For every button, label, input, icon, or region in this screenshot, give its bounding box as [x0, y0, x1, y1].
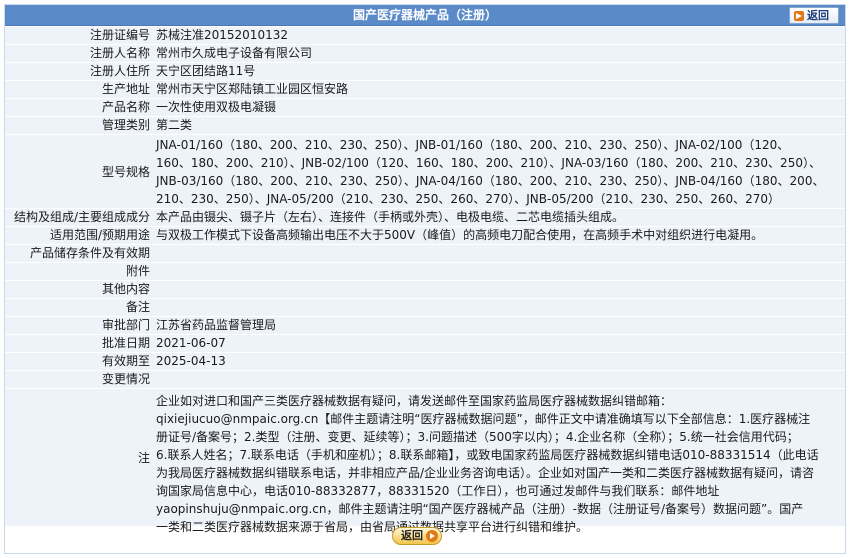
reg-no-value: 苏械注准20152010132	[156, 28, 288, 42]
row-scope: 适用范围/预期用途 与双极工作模式下设备高频输出电压不大于500V（峰值）的高频…	[5, 227, 845, 245]
field-label: 产品名称	[101, 100, 150, 114]
note-line: 一类和二类医疗器械数据来源于省局，由省局通过数据共享平台进行纠错和维护。	[156, 520, 589, 534]
scope-value: 与双极工作模式下设备高频输出电压不大于500V（峰值）的高频电刀配合使用，在高频…	[156, 228, 764, 242]
other-value	[156, 281, 842, 298]
models-value: JNA-01/160（180、200、210、230、250）、JNB-01/1…	[156, 135, 842, 208]
field-label: 型号规格	[101, 165, 150, 179]
models-line: 160、180、200、210）、JNB-02/100（120、160、180、…	[156, 156, 821, 170]
changes-value	[156, 371, 842, 388]
field-label: 注	[137, 451, 150, 465]
row-valid-until: 有效期至 2025-04-13	[5, 353, 845, 371]
models-line: JNB-03/160（180、200、210、230、250）、JNA-04/1…	[156, 174, 825, 188]
mgmt-class-value: 第二类	[156, 118, 193, 132]
field-label: 备注	[125, 300, 150, 314]
attachments-value	[156, 263, 842, 280]
note-line: 为我局医疗器械数据纠错联系电话，并非相应产品/企业业务咨询电话）。企业如对国产一…	[156, 466, 815, 480]
arrow-right-icon	[794, 11, 804, 21]
field-label: 有效期至	[101, 354, 150, 368]
row-changes: 变更情况	[5, 371, 845, 389]
field-label: 注册人名称	[89, 46, 150, 60]
product-name-value: 一次性使用双极电凝镊	[156, 100, 277, 114]
row-other: 其他内容	[5, 281, 845, 299]
row-registrant: 注册人名称 常州市久成电子设备有限公司	[5, 45, 845, 63]
production-addr-value: 常州市天宁区郑陆镇工业园区恒安路	[156, 82, 349, 96]
note-line: 6.联系人姓名；7.联系电话（手机和座机）；8.联系邮箱】，或致电国家药监局医疗…	[156, 448, 819, 462]
note-line: yaopinshuju@nmpaic.org.cn，邮件主题请注明“国产医疗器械…	[156, 502, 804, 516]
row-structure: 结构及组成/主要组成成分 本产品由镊尖、镊子片（左右）、连接件（手柄或外壳）、电…	[5, 209, 845, 227]
registrant-addr-value: 天宁区团结路11号	[156, 64, 256, 78]
structure-value: 本产品由镊尖、镊子片（左右）、连接件（手柄或外壳）、电极电缆、二芯电缆插头组成。	[156, 210, 625, 224]
remarks-value	[156, 299, 842, 316]
row-models: 型号规格 JNA-01/160（180、200、210、230、250）、JNB…	[5, 135, 845, 209]
note-line: qixiejiucuo@nmpaic.org.cn【邮件主题请注明“医疗器械数据…	[156, 412, 811, 426]
valid-until-value: 2025-04-13	[156, 354, 226, 368]
note-line: 询国家局信息中心，电话010-88332877，88331520（工作日），也可…	[156, 484, 720, 498]
row-storage: 产品储存条件及有效期	[5, 245, 845, 263]
field-label: 注册证编号	[89, 28, 150, 42]
models-line: 210、230、250）、JNA-05/200（210、230、250、260、…	[156, 192, 781, 206]
row-note: 注 企业如对进口和国产三类医疗器械数据有疑问，请发送邮件至国家药监局医疗器械数据…	[5, 389, 845, 534]
arrow-right-icon	[426, 530, 438, 542]
field-label: 批准日期	[101, 336, 150, 350]
back-button-label: 返回	[807, 9, 829, 22]
note-line: 企业如对进口和国产三类医疗器械数据有疑问，请发送邮件至国家药监局医疗器械数据纠错…	[156, 394, 673, 408]
title-bar: 国产医疗器械产品（注册） 返回	[5, 5, 845, 26]
row-approve-date: 批准日期 2021-06-07	[5, 335, 845, 353]
field-label: 结构及组成/主要组成成分	[13, 210, 150, 224]
models-line: JNA-01/160（180、200、210、230、250）、JNB-01/1…	[156, 138, 790, 152]
approve-date-value: 2021-06-07	[156, 336, 226, 350]
field-label: 审批部门	[101, 318, 150, 332]
row-approver: 审批部门 江苏省药品监督管理局	[5, 317, 845, 335]
field-label: 适用范围/预期用途	[49, 228, 150, 242]
row-attachments: 附件	[5, 263, 845, 281]
field-label: 其他内容	[101, 282, 150, 296]
row-production-addr: 生产地址 常州市天宁区郑陆镇工业园区恒安路	[5, 81, 845, 99]
row-mgmt-class: 管理类别 第二类	[5, 117, 845, 135]
row-reg-no: 注册证编号 苏械注准20152010132	[5, 27, 845, 45]
field-label: 变更情况	[101, 372, 150, 386]
note-line: 册证号/备案号；2.类型（注册、变更、延续等）；3.问题描述（500字以内）；4…	[156, 430, 799, 444]
registrant-value: 常州市久成电子设备有限公司	[156, 46, 313, 60]
storage-value	[156, 245, 842, 262]
row-product-name: 产品名称 一次性使用双极电凝镊	[5, 99, 845, 117]
row-remarks: 备注	[5, 299, 845, 317]
approver-value: 江苏省药品监督管理局	[156, 318, 277, 332]
back-button-bottom[interactable]: 返回	[392, 527, 442, 545]
page-title: 国产医疗器械产品（注册）	[352, 8, 497, 22]
note-value: 企业如对进口和国产三类医疗器械数据有疑问，请发送邮件至国家药监局医疗器械数据纠错…	[156, 389, 842, 534]
field-label: 附件	[125, 264, 150, 278]
field-label: 注册人住所	[89, 64, 150, 78]
back-button-top[interactable]: 返回	[789, 7, 839, 24]
field-label: 生产地址	[101, 82, 150, 96]
detail-panel: 国产医疗器械产品（注册） 返回 注册证编号 苏械注准20152010132 注册…	[4, 4, 846, 554]
field-label: 产品储存条件及有效期	[29, 246, 150, 260]
row-registrant-addr: 注册人住所 天宁区团结路11号	[5, 63, 845, 81]
field-label: 管理类别	[101, 118, 150, 132]
